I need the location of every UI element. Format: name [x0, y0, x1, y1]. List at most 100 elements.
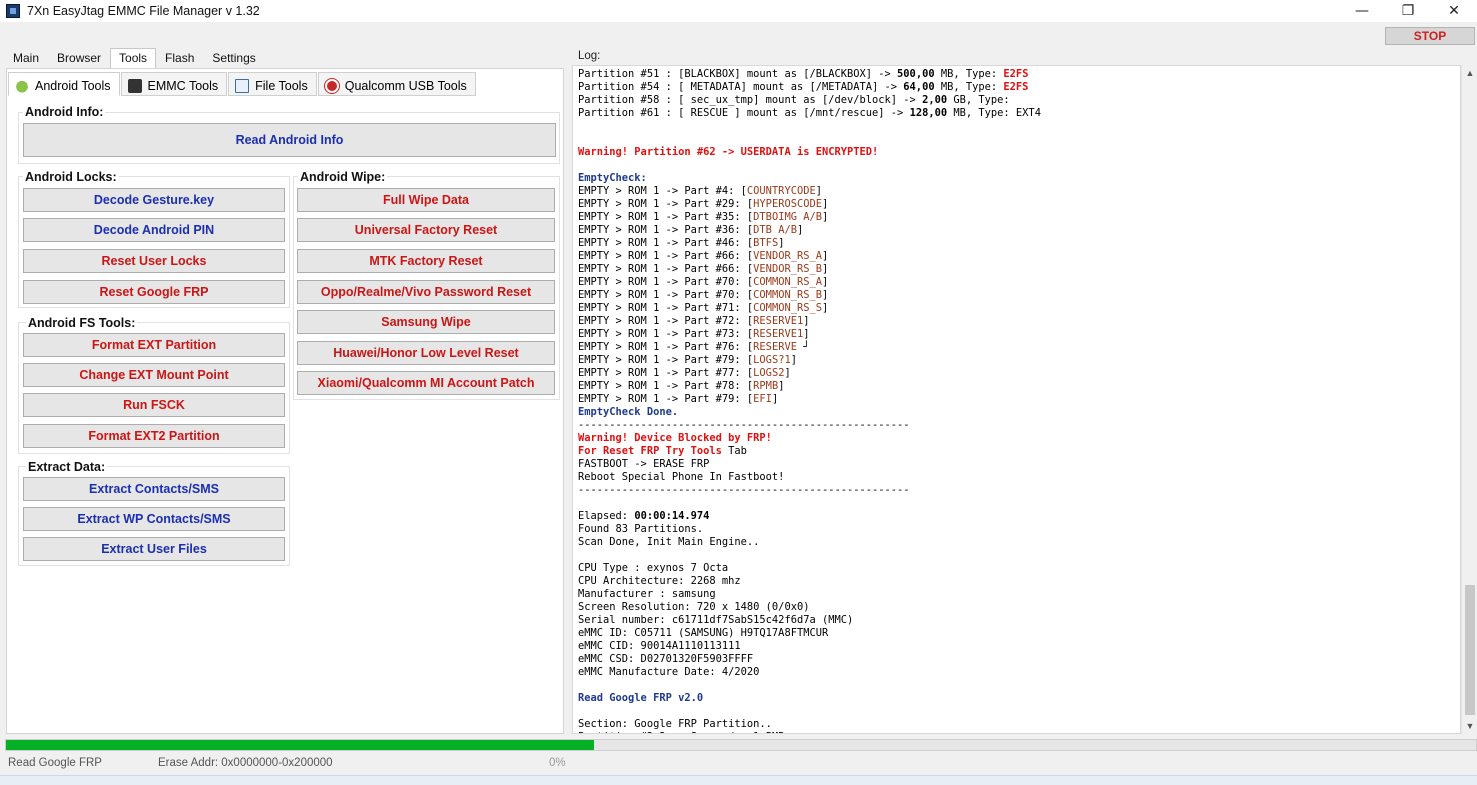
full-wipe-data-button[interactable]: Full Wipe Data	[297, 188, 555, 212]
status-operation: Read Google FRP	[8, 757, 102, 769]
scrollbar-thumb[interactable]	[1465, 585, 1475, 715]
log-scrollbar[interactable]: ▲ ▼	[1461, 65, 1477, 734]
log-line: EMPTY > ROM 1 -> Part #72: [RESERVE1]	[578, 315, 1460, 328]
log-line: EMPTY > ROM 1 -> Part #77: [LOGS2]	[578, 367, 1460, 380]
xiaomi-qualcomm-mi-account-patch-button[interactable]: Xiaomi/Qualcomm MI Account Patch	[297, 371, 555, 395]
log-segment: 00:00:14.974	[634, 510, 710, 522]
log-segment: Screen Resolution: 720 x 1480 (0/0x0)	[578, 601, 810, 613]
log-line: eMMC CID: 90014A1110113111	[578, 640, 1460, 653]
subtab-label: Qualcomm USB Tools	[344, 78, 467, 93]
android-wipe-title: Android Wipe:	[298, 170, 388, 184]
log-segment: Partition #58 : [ sec_ux_tmp] mount as […	[578, 94, 923, 106]
log-segment: EMPTY > ROM 1 -> Part #36: [	[578, 224, 754, 236]
log-segment: Partition #54 : [ METADATA] mount as [/M…	[578, 81, 904, 93]
log-segment: ]	[822, 289, 829, 301]
log-segment: Scan Done, Init Main Engine..	[578, 536, 760, 548]
log-segment: ]	[803, 328, 810, 340]
stop-button[interactable]: STOP	[1385, 27, 1475, 45]
reset-google-frp-button[interactable]: Reset Google FRP	[23, 280, 285, 304]
log-line: Elapsed: 00:00:14.974	[578, 510, 1460, 523]
log-segment: ]	[822, 198, 829, 210]
log-segment: COMMON_RS_S	[753, 302, 822, 314]
decode-gesture-key-button[interactable]: Decode Gesture.key	[23, 188, 285, 212]
log-segment: ]	[822, 211, 829, 223]
mtk-factory-reset-button[interactable]: MTK Factory Reset	[297, 249, 555, 273]
log-line: CPU Type : exynos 7 Octa	[578, 562, 1460, 575]
subtab-qualcomm-usb-tools[interactable]: Qualcomm USB Tools	[317, 72, 476, 96]
log-segment: For Reset FRP Try Tools	[578, 445, 729, 457]
log-segment: ]	[822, 250, 829, 262]
format-ext2-partition-button[interactable]: Format EXT2 Partition	[23, 424, 285, 448]
main-menu-tabs: Main Browser Tools Flash Settings	[4, 48, 265, 68]
oppo-realme-vivo-password-reset-button[interactable]: Oppo/Realme/Vivo Password Reset	[297, 280, 555, 304]
subtab-emmc-tools[interactable]: EMMC Tools	[120, 72, 228, 96]
log-segment: eMMC CSD: D02701320F5903FFFF	[578, 653, 754, 665]
minimize-button[interactable]: —	[1339, 0, 1385, 22]
subtab-android-tools[interactable]: Android Tools	[8, 72, 120, 96]
log-segment: LOGS?1	[753, 354, 791, 366]
restore-button[interactable]: ❐	[1385, 0, 1431, 22]
log-line: eMMC CSD: D02701320F5903FFFF	[578, 653, 1460, 666]
qualcomm-icon	[324, 78, 339, 93]
tab-settings[interactable]: Settings	[203, 48, 264, 68]
change-ext-mount-point-button[interactable]: Change EXT Mount Point	[23, 363, 285, 387]
log-line: EMPTY > ROM 1 -> Part #70: [COMMON_RS_B]	[578, 289, 1460, 302]
status-bar: Read Google FRP Erase Addr: 0x0000000-0x…	[0, 754, 1477, 774]
log-segment: ----------------------------------------…	[578, 484, 910, 496]
universal-factory-reset-button[interactable]: Universal Factory Reset	[297, 218, 555, 242]
log-segment: ]	[771, 393, 779, 405]
log-line: Warning! Partition #62 -> USERDATA is EN…	[578, 146, 1460, 159]
tab-browser[interactable]: Browser	[48, 48, 110, 68]
close-button[interactable]: ✕	[1431, 0, 1477, 22]
tools-subtabs: Android Tools EMMC Tools File Tools Qual…	[8, 72, 477, 96]
huawei-honor-low-level-reset-button[interactable]: Huawei/Honor Low Level Reset	[297, 341, 555, 365]
log-segment: RESERVE1	[753, 315, 804, 327]
log-segment: CPU Architecture: 2268 mhz	[578, 575, 741, 587]
read-android-info-button[interactable]: Read Android Info	[23, 123, 556, 157]
log-segment: eMMC ID: C05711 (SAMSUNG) H9TQ17A8FTMCUR	[578, 627, 829, 639]
log-segment: E2FS	[1003, 81, 1029, 93]
log-line: EMPTY > ROM 1 -> Part #46: [BTFS]	[578, 237, 1460, 250]
log-segment: EMPTY > ROM 1 -> Part #35: [	[578, 211, 754, 223]
log-line: Reboot Special Phone In Fastboot!	[578, 471, 1460, 484]
extract-user-files-button[interactable]: Extract User Files	[23, 537, 285, 561]
samsung-wipe-button[interactable]: Samsung Wipe	[297, 310, 555, 334]
log-line: EMPTY > ROM 1 -> Part #79: [EFI]	[578, 393, 1460, 406]
scroll-down-arrow-icon[interactable]: ▼	[1462, 718, 1477, 734]
log-segment: ]	[778, 237, 785, 249]
log-segment: Warning! Partition #62 -> USERDATA is EN…	[578, 146, 879, 158]
log-segment: COUNTRYCODE	[746, 185, 816, 197]
log-segment: E2FS	[1003, 68, 1029, 80]
app-logo-icon	[6, 4, 20, 18]
log-segment: Serial number: c61711df7SabS15c42f6d7a (…	[578, 614, 854, 626]
subtab-file-tools[interactable]: File Tools	[228, 72, 317, 96]
log-segment: Tab	[728, 445, 747, 457]
decode-android-pin-button[interactable]: Decode Android PIN	[23, 218, 285, 242]
subtab-label: File Tools	[255, 78, 308, 93]
log-line: Warning! Device Blocked by FRP!	[578, 432, 1460, 445]
reset-user-locks-button[interactable]: Reset User Locks	[23, 249, 285, 273]
extract-wp-contacts-sms-button[interactable]: Extract WP Contacts/SMS	[23, 507, 285, 531]
log-output[interactable]: Partition #51 : [BLACKBOX] mount as [/BL…	[572, 65, 1461, 734]
tab-main[interactable]: Main	[4, 48, 48, 68]
scroll-up-arrow-icon[interactable]: ▲	[1462, 65, 1477, 81]
status-erase-address: Erase Addr: 0x0000000-0x200000	[158, 757, 333, 769]
log-segment: ]	[796, 224, 804, 236]
log-line: Manufacturer : samsung	[578, 588, 1460, 601]
log-segment: COMMON_RS_B	[753, 289, 822, 301]
log-segment: Warning! Device Blocked by FRP!	[578, 432, 772, 444]
tab-tools[interactable]: Tools	[110, 48, 157, 68]
log-line: EMPTY > ROM 1 -> Part #29: [HYPEROSCODE]	[578, 198, 1460, 211]
format-ext-partition-button[interactable]: Format EXT Partition	[23, 333, 285, 357]
log-segment: EMPTY > ROM 1 -> Part #66: [	[578, 250, 754, 262]
log-line: EMPTY > ROM 1 -> Part #78: [RPMB]	[578, 380, 1460, 393]
log-segment: EMPTY > ROM 1 -> Part #46: [	[578, 237, 754, 249]
log-segment: FASTBOOT -> ERASE FRP	[578, 458, 710, 470]
run-fsck-button[interactable]: Run FSCK	[23, 393, 285, 417]
extract-contacts-sms-button[interactable]: Extract Contacts/SMS	[23, 477, 285, 501]
log-segment: Elapsed:	[578, 510, 635, 522]
tab-flash[interactable]: Flash	[156, 48, 203, 68]
